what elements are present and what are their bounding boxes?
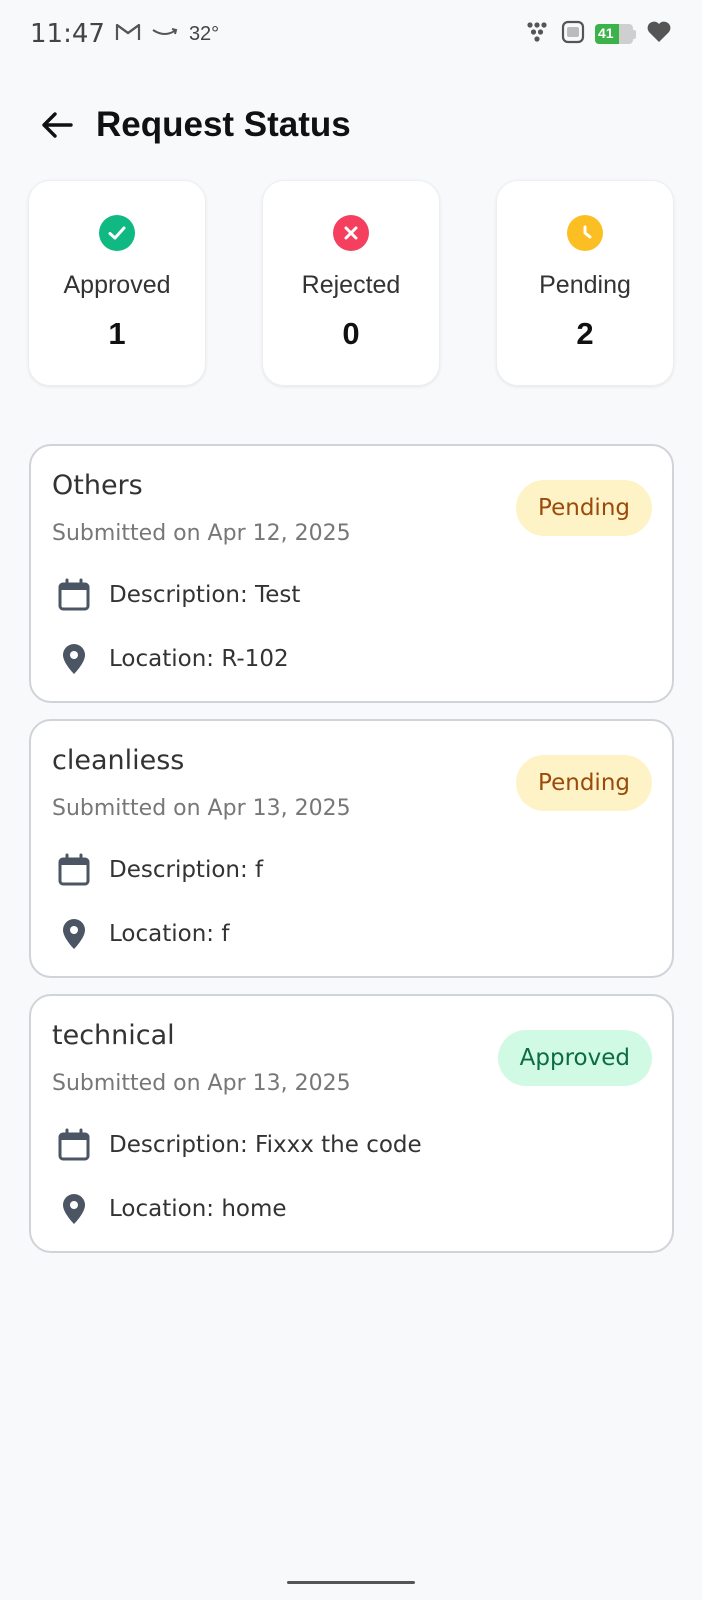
stat-label: Rejected	[301, 271, 401, 299]
request-description: Description: Test	[109, 582, 301, 608]
request-title: technical	[52, 1020, 175, 1051]
request-location-row: Location: f	[55, 915, 229, 953]
request-title: Others	[52, 470, 143, 501]
location-pin-icon	[55, 640, 93, 678]
stat-card-pending: Pending 2	[496, 180, 674, 386]
stat-card-approved: Approved 1	[28, 180, 206, 386]
x-circle-icon	[333, 215, 369, 251]
status-badge: Pending	[516, 755, 652, 811]
stat-count: 1	[108, 316, 126, 351]
stat-label: Approved	[63, 271, 171, 299]
heart-icon	[646, 20, 672, 49]
request-location: Location: R-102	[109, 646, 289, 672]
page-title: Request Status	[96, 105, 351, 144]
request-submitted-date: Submitted on Apr 13, 2025	[52, 1071, 351, 1096]
request-location-row: Location: home	[55, 1190, 287, 1228]
stat-label: Pending	[539, 271, 631, 299]
app-header: Request Status	[38, 100, 351, 150]
request-submitted-date: Submitted on Apr 12, 2025	[52, 521, 351, 546]
location-pin-icon	[55, 1190, 93, 1228]
request-title: cleanliess	[52, 745, 185, 776]
request-description-row: Description: f	[55, 851, 263, 889]
battery-icon: 41	[595, 24, 636, 44]
stat-count: 2	[576, 316, 594, 351]
calendar-icon	[55, 576, 93, 614]
status-bar-right: 41	[527, 20, 672, 49]
amazon-icon	[151, 25, 179, 44]
request-description: Description: Fixxx the code	[109, 1132, 422, 1158]
request-location: Location: f	[109, 921, 230, 947]
status-bar: 11:47 32° 41	[0, 0, 702, 68]
location-pin-icon	[55, 915, 93, 953]
request-card[interactable]: Others Submitted on Apr 12, 2025 Pending…	[29, 444, 674, 703]
sim-card-icon	[561, 20, 585, 49]
request-list: Others Submitted on Apr 12, 2025 Pending…	[29, 444, 674, 1269]
request-submitted-date: Submitted on Apr 13, 2025	[52, 796, 351, 821]
status-bar-left: 11:47 32°	[30, 19, 219, 49]
home-indicator[interactable]	[287, 1581, 415, 1584]
check-circle-icon	[99, 215, 135, 251]
request-description-row: Description: Test	[55, 576, 300, 614]
status-badge: Pending	[516, 480, 652, 536]
request-card[interactable]: cleanliess Submitted on Apr 13, 2025 Pen…	[29, 719, 674, 978]
calendar-icon	[55, 1126, 93, 1164]
request-location-row: Location: R-102	[55, 640, 289, 678]
request-description: Description: f	[109, 857, 264, 883]
status-time: 11:47	[30, 19, 105, 49]
clock-icon	[567, 215, 603, 251]
stats-row: Approved 1 Rejected 0 Pending 2	[28, 180, 674, 386]
signal-dots-icon	[527, 21, 551, 48]
status-badge: Approved	[497, 1030, 652, 1086]
stat-count: 0	[342, 316, 360, 351]
status-temperature: 32°	[188, 22, 220, 45]
request-location: Location: home	[109, 1196, 287, 1222]
back-arrow-icon[interactable]	[38, 106, 76, 144]
request-card[interactable]: technical Submitted on Apr 13, 2025 Appr…	[29, 994, 674, 1253]
battery-level: 41	[598, 25, 614, 41]
gmail-icon	[115, 22, 141, 47]
request-description-row: Description: Fixxx the code	[55, 1126, 422, 1164]
calendar-icon	[55, 851, 93, 889]
stat-card-rejected: Rejected 0	[262, 180, 440, 386]
